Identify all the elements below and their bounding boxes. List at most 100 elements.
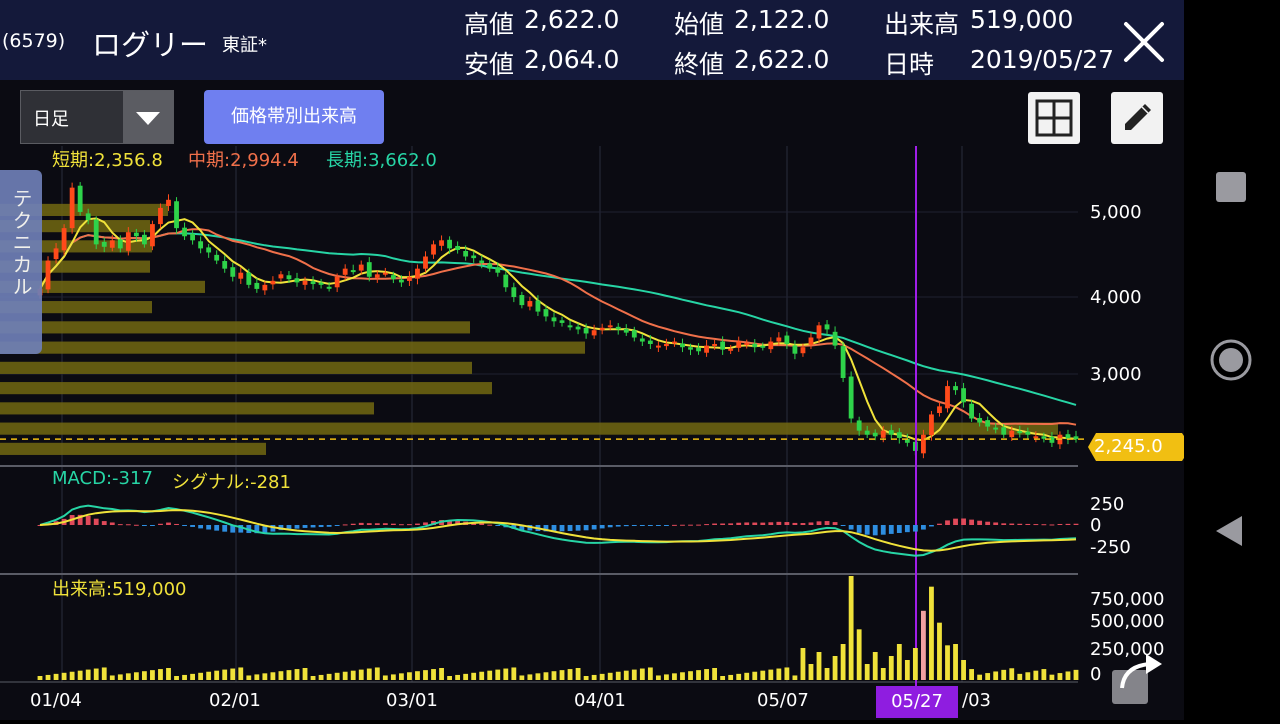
macd-histogram-bar <box>720 523 726 525</box>
candle-body <box>69 187 75 229</box>
candle-body <box>519 295 525 306</box>
volume-bar <box>720 676 726 680</box>
candle-body <box>358 264 364 271</box>
volume-bar <box>374 667 380 680</box>
candle-body <box>158 207 163 225</box>
volume-bar <box>712 668 718 680</box>
macd-histogram-bar <box>117 524 123 526</box>
volume-bar <box>680 672 685 680</box>
candle-body <box>238 272 244 279</box>
volume-bar <box>85 669 91 680</box>
volume-bar <box>230 668 236 680</box>
candle-body <box>704 345 709 353</box>
candle-body <box>45 260 51 290</box>
volume-bar <box>535 673 541 680</box>
volume-bar <box>575 668 581 680</box>
macd-histogram-bar <box>1009 523 1015 525</box>
volume-bar <box>238 667 244 680</box>
macd-histogram-bar <box>575 525 581 531</box>
candle-body <box>487 263 493 269</box>
macd-histogram-bar <box>150 525 155 526</box>
system-nav-bar <box>1184 0 1280 720</box>
volume-tick: 500,000 <box>1090 611 1165 632</box>
candle-body <box>230 267 236 277</box>
macd-histogram-bar <box>912 525 918 532</box>
candle-body <box>961 388 966 403</box>
candle-body <box>792 345 798 354</box>
macd-histogram-bar <box>1065 523 1071 525</box>
candle-body <box>390 275 396 280</box>
candle-body <box>93 219 99 245</box>
volume-bar <box>350 670 356 680</box>
volume-profile-bar <box>0 341 585 354</box>
candle-body <box>85 213 91 221</box>
date-tick: 01/04 <box>30 690 82 711</box>
volume-bar <box>969 669 975 680</box>
volume-profile-bar <box>0 382 492 395</box>
volume-bar <box>117 674 123 680</box>
candle-body <box>101 241 107 247</box>
candle-body <box>471 255 477 259</box>
scroll-latest-button[interactable] <box>1110 650 1166 706</box>
candle-body <box>254 282 260 289</box>
candle-body <box>672 341 677 344</box>
current-price-tag: 2,245.0 <box>1088 432 1184 462</box>
candle-body <box>447 239 452 249</box>
back-triangle-icon[interactable] <box>1216 516 1242 546</box>
macd-legend: MACD:-317 <box>52 468 153 489</box>
volume-bar <box>495 669 501 680</box>
volume-bar <box>567 669 573 680</box>
volume-bar <box>896 644 902 680</box>
candle-body <box>800 347 806 354</box>
chart-app: (6579) ログリー 東証* 高値 2,622.0 始値 2,122.0 出来… <box>0 0 1184 720</box>
volume-bar <box>439 668 444 680</box>
circle-icon[interactable] <box>1210 339 1252 381</box>
square-icon[interactable] <box>1216 172 1246 202</box>
macd-histogram-bar <box>125 524 131 526</box>
chart-canvas[interactable] <box>0 0 1184 720</box>
candle-body <box>1025 431 1031 435</box>
candle-body <box>174 201 179 229</box>
volume-bar <box>816 652 822 680</box>
volume-bar <box>824 668 830 680</box>
volume-bar <box>101 667 107 680</box>
candle-body <box>776 337 782 342</box>
volume-bar <box>334 672 340 680</box>
volume-bar <box>93 668 99 680</box>
candle-body <box>696 347 701 352</box>
date-tick: 03/01 <box>386 690 438 711</box>
macd-histogram-bar <box>647 525 653 526</box>
technical-tab[interactable]: テクニカル <box>0 170 42 354</box>
macd-histogram-bar <box>206 525 212 530</box>
macd-histogram-bar <box>904 525 910 533</box>
volume-bar <box>198 672 204 680</box>
volume-bar <box>599 673 605 680</box>
volume-bar <box>1073 669 1079 680</box>
volume-bar <box>527 674 533 680</box>
candle-body <box>150 224 155 247</box>
macd-histogram-bar <box>1017 523 1023 525</box>
volume-bar <box>423 670 428 680</box>
volume-bar <box>174 676 179 680</box>
macd-histogram-bar <box>985 521 991 525</box>
volume-bar <box>929 586 934 680</box>
candle-body <box>270 280 276 285</box>
macd-histogram-bar <box>326 525 332 527</box>
volume-bar <box>744 672 750 680</box>
candle-body <box>752 343 758 348</box>
volume-bar <box>776 668 782 680</box>
candle-body <box>607 325 613 328</box>
macd-histogram-bar <box>1001 523 1007 525</box>
volume-bar <box>326 673 332 680</box>
macd-histogram-bar <box>318 525 324 528</box>
current-price-value: 2,245.0 <box>1094 436 1163 457</box>
macd-histogram-bar <box>583 525 589 531</box>
macd-histogram-bar <box>342 524 348 526</box>
candle-body <box>736 341 742 348</box>
date-tick: /03 <box>962 690 991 711</box>
volume-bar <box>358 669 364 680</box>
candle-body <box>1041 436 1047 439</box>
volume-bar <box>1001 669 1007 680</box>
volume-bar <box>872 652 878 680</box>
volume-bar <box>888 656 894 680</box>
